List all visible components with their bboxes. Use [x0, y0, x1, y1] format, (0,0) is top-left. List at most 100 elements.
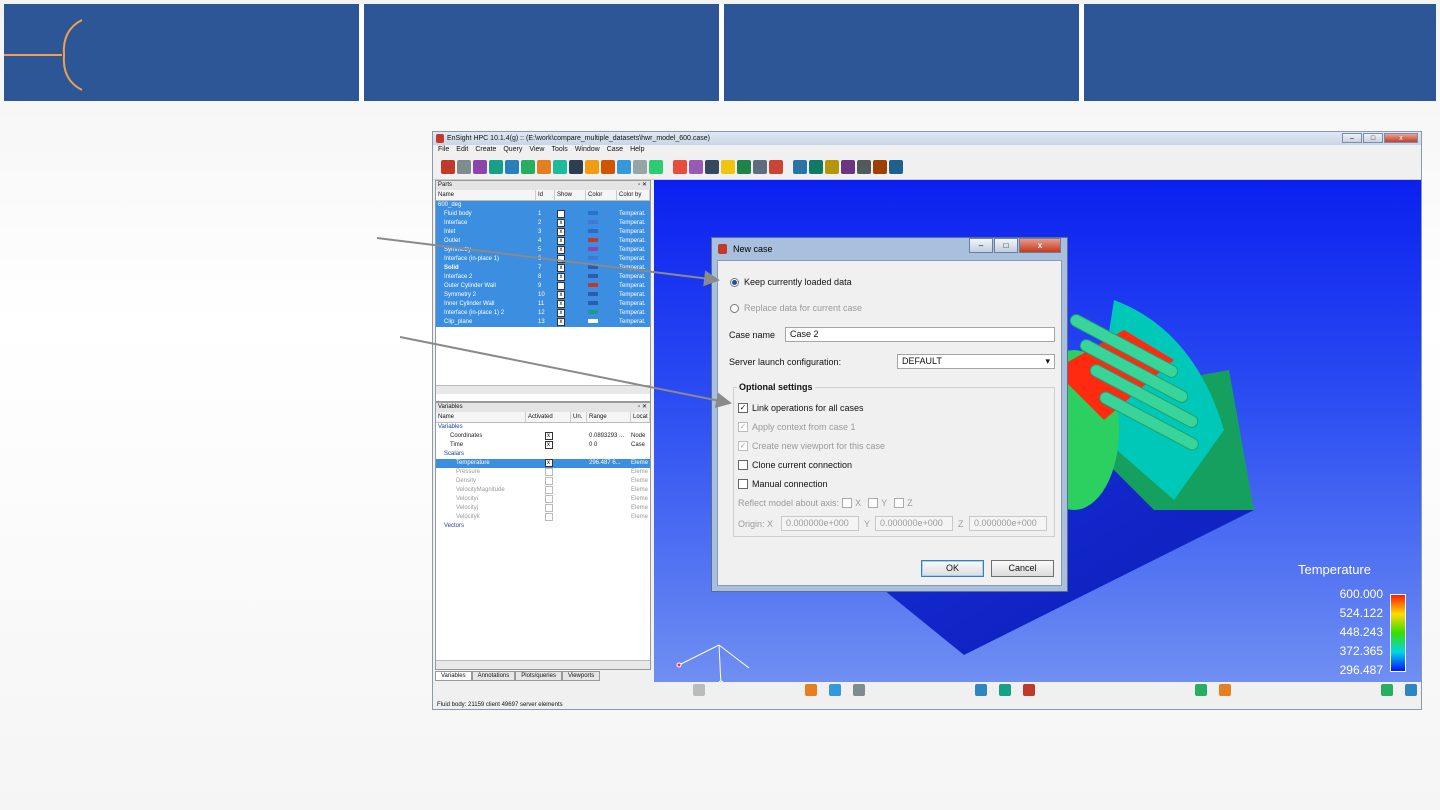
dialog-close-button[interactable]: x [1019, 238, 1061, 253]
color-swatch[interactable] [588, 301, 598, 306]
close-button[interactable]: x [1384, 133, 1418, 143]
menu-help[interactable]: Help [630, 145, 644, 155]
toolbar-tool-icon[interactable] [753, 160, 767, 174]
col-name[interactable]: Name [436, 190, 536, 200]
viewport-tool-icon[interactable] [1219, 684, 1231, 696]
color-swatch[interactable] [588, 247, 598, 252]
replace-data-radio[interactable]: Replace data for current case [730, 303, 862, 313]
table-row[interactable]: Inner Cylinder Wall 11 x Temperat. [436, 300, 650, 309]
toolbar-tool-icon[interactable] [705, 160, 719, 174]
col-id[interactable]: Id [536, 190, 555, 200]
toolbar-tool-icon[interactable] [793, 160, 807, 174]
color-swatch[interactable] [588, 229, 598, 234]
color-swatch[interactable] [588, 310, 598, 315]
toolbar-tool-icon[interactable] [809, 160, 823, 174]
viewport-tool-icon[interactable] [1195, 684, 1207, 696]
toolbar-tool-icon[interactable] [633, 160, 647, 174]
show-checkbox[interactable]: x [557, 237, 565, 245]
menu-file[interactable]: File [438, 145, 449, 155]
tree-row[interactable]: Velocityi Eleme [436, 495, 650, 504]
clone-connection-checkbox[interactable]: Clone current connection [738, 460, 852, 470]
table-row[interactable]: Interface 2 x Temperat. [436, 219, 650, 228]
activated-checkbox[interactable] [544, 504, 553, 512]
tree-row[interactable]: Vectors [436, 522, 650, 531]
col-activated[interactable]: Activated [526, 412, 571, 422]
toolbar-tool-icon[interactable] [617, 160, 631, 174]
activated-checkbox[interactable]: x [544, 441, 553, 449]
dialog-maximize-button[interactable]: □ [994, 238, 1018, 253]
color-swatch[interactable] [588, 274, 598, 279]
toolbar-tool-icon[interactable] [505, 160, 519, 174]
toolbar-tool-icon[interactable] [553, 160, 567, 174]
show-checkbox[interactable]: x [557, 300, 565, 308]
toolbar-tool-icon[interactable] [441, 160, 455, 174]
manual-connection-checkbox[interactable]: Manual connection [738, 479, 828, 489]
menu-tools[interactable]: Tools [551, 145, 567, 155]
tree-row[interactable]: Coordinates x 0.0893293 ... Node [436, 432, 650, 441]
viewport-tool-icon[interactable] [853, 684, 865, 696]
color-swatch[interactable] [588, 292, 598, 297]
tree-row[interactable]: Density Eleme [436, 477, 650, 486]
panel-float-close-icon[interactable]: ▫ ✕ [638, 181, 647, 190]
ok-button[interactable]: OK [921, 560, 984, 577]
tree-row[interactable]: Velocityj Eleme [436, 504, 650, 513]
toolbar-tool-icon[interactable] [521, 160, 535, 174]
viewport-tool-icon[interactable] [693, 684, 705, 696]
table-row[interactable]: Inlet 3 x Temperat. [436, 228, 650, 237]
parts-group-row[interactable]: 600_deg [436, 201, 650, 210]
apply-context-checkbox[interactable]: ✓ Apply context from case 1 [738, 422, 856, 432]
tree-row[interactable]: VelocityMagnitude Eleme [436, 486, 650, 495]
table-row[interactable]: Solid 7 x Temperat. [436, 264, 650, 273]
color-swatch[interactable] [588, 256, 598, 261]
activated-checkbox[interactable]: x [544, 459, 553, 467]
menu-edit[interactable]: Edit [456, 145, 468, 155]
parts-horizontal-scrollbar[interactable] [436, 385, 650, 394]
viewport-tool-icon[interactable] [1023, 684, 1035, 696]
col-range[interactable]: Range [587, 412, 631, 422]
show-checkbox[interactable] [557, 282, 565, 290]
table-row[interactable]: Interface 2 8 x Temperat. [436, 273, 650, 282]
menu-view[interactable]: View [529, 145, 544, 155]
show-checkbox[interactable] [557, 210, 565, 218]
toolbar-tool-icon[interactable] [673, 160, 687, 174]
toolbar-tool-icon[interactable] [473, 160, 487, 174]
color-swatch[interactable] [588, 238, 598, 243]
viewport-tool-icon[interactable] [975, 684, 987, 696]
menu-case[interactable]: Case [607, 145, 623, 155]
menu-create[interactable]: Create [475, 145, 496, 155]
origin-y-field[interactable]: 0.000000e+000 [875, 516, 953, 531]
keep-data-radio[interactable]: Keep currently loaded data [730, 277, 852, 287]
activated-checkbox[interactable] [544, 468, 553, 476]
table-row[interactable]: Clip_plane 13 x Temperat. [436, 318, 650, 327]
activated-checkbox[interactable]: x [544, 432, 553, 440]
toolbar-tool-icon[interactable] [569, 160, 583, 174]
toolbar-tool-icon[interactable] [769, 160, 783, 174]
show-checkbox[interactable]: x [557, 246, 565, 254]
toolbar-tool-icon[interactable] [841, 160, 855, 174]
toolbar-tool-icon[interactable] [825, 160, 839, 174]
toolbar-tool-icon[interactable] [601, 160, 615, 174]
show-checkbox[interactable]: x [557, 291, 565, 299]
table-row[interactable]: Fluid body 1 Temperat. [436, 210, 650, 219]
new-viewport-checkbox[interactable]: ✓ Create new viewport for this case [738, 441, 885, 451]
panel-float-close-icon[interactable]: ▫ ✕ [638, 403, 647, 412]
color-swatch[interactable] [588, 211, 598, 216]
color-swatch[interactable] [588, 319, 598, 324]
toolbar-tool-icon[interactable] [489, 160, 503, 174]
viewport-tool-icon[interactable] [829, 684, 841, 696]
cancel-button[interactable]: Cancel [991, 560, 1054, 577]
table-row[interactable]: Symmetry 2 10 x Temperat. [436, 291, 650, 300]
show-checkbox[interactable]: x [557, 309, 565, 317]
toolbar-tool-icon[interactable] [857, 160, 871, 174]
col-color-by[interactable]: Color by [617, 190, 650, 200]
toolbar-tool-icon[interactable] [649, 160, 663, 174]
menu-query[interactable]: Query [503, 145, 522, 155]
minimize-button[interactable]: – [1342, 133, 1362, 143]
origin-x-field[interactable]: 0.000000e+000 [781, 516, 859, 531]
viewport-tool-icon[interactable] [1381, 684, 1393, 696]
table-row[interactable]: Outer Cylinder Wall 9 Temperat. [436, 282, 650, 291]
server-config-select[interactable]: DEFAULT ▾ [897, 354, 1055, 369]
color-swatch[interactable] [588, 220, 598, 225]
show-checkbox[interactable]: x [557, 264, 565, 272]
tab-plots-queries[interactable]: Plots/queries [515, 671, 562, 681]
